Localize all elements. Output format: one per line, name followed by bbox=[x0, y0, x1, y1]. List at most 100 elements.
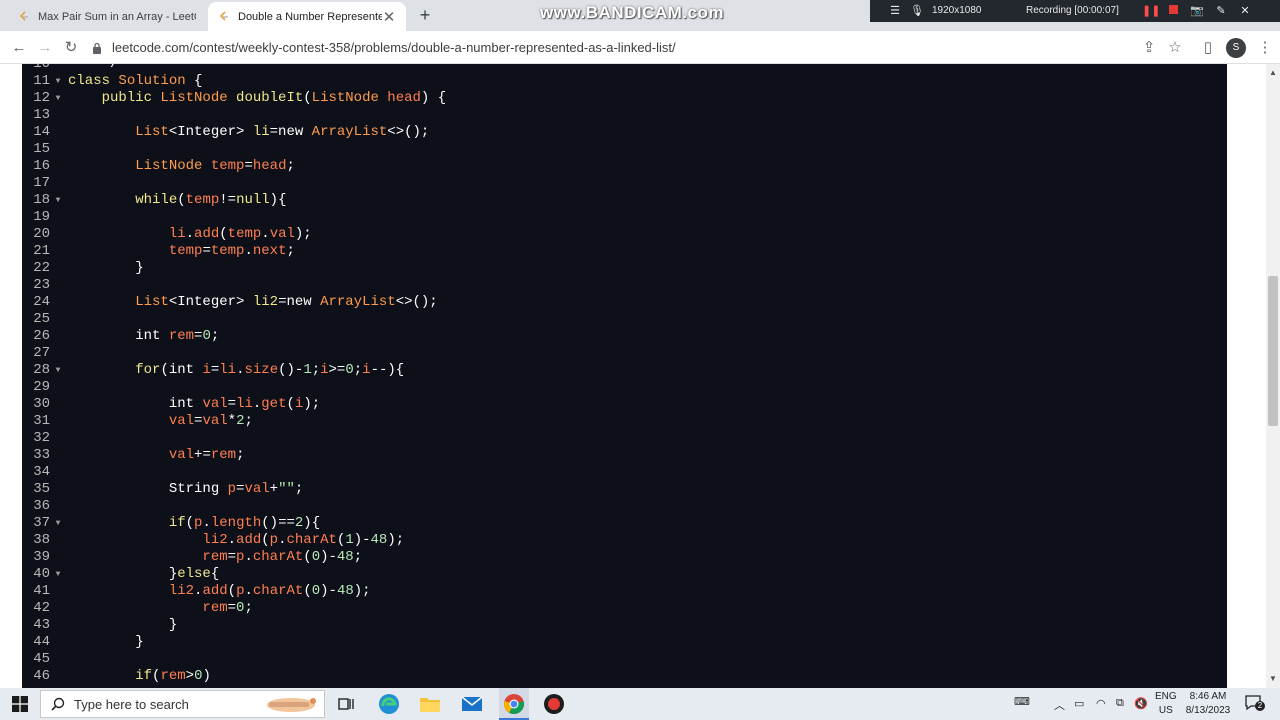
code-line[interactable]: 27 bbox=[22, 345, 1227, 362]
code-line[interactable]: 15 bbox=[22, 141, 1227, 158]
code-token: { bbox=[185, 73, 203, 89]
fold-chevron-icon[interactable]: ▼ bbox=[53, 90, 63, 107]
code-token: ; bbox=[244, 600, 253, 616]
taskbar-clock[interactable]: 8:46 AM 8/13/2023 bbox=[1183, 690, 1233, 718]
code-line[interactable]: 42 rem=0; bbox=[22, 600, 1227, 617]
page-scrollbar[interactable]: ▲ ▼ bbox=[1266, 64, 1280, 688]
new-tab-plus-icon[interactable]: + bbox=[414, 4, 436, 26]
code-line[interactable]: 14 List<Integer> li=new ArrayList<>(); bbox=[22, 124, 1227, 141]
pencil-icon[interactable]: ✎ bbox=[1214, 4, 1228, 18]
line-number: 46 bbox=[33, 668, 50, 684]
network-icon[interactable]: ⧉ bbox=[1116, 697, 1124, 710]
code-line[interactable]: 35 String p=val+""; bbox=[22, 481, 1227, 498]
back-arrow-icon[interactable]: ← bbox=[8, 37, 30, 59]
code-line[interactable]: 39 rem=p.charAt(0)-48; bbox=[22, 549, 1227, 566]
code-line[interactable]: 43 } bbox=[22, 617, 1227, 634]
tab-double-a-number[interactable]: Double a Number Represented a ✕ bbox=[208, 2, 406, 31]
speaker-muted-icon[interactable]: 🔇 bbox=[1134, 697, 1148, 710]
fold-chevron-icon[interactable]: ▼ bbox=[53, 515, 63, 532]
reload-icon[interactable]: ↻ bbox=[60, 37, 82, 59]
menu-icon[interactable]: ☰ bbox=[888, 4, 902, 18]
code-line[interactable]: 38 li2.add(p.charAt(1)-48); bbox=[22, 532, 1227, 549]
code-line[interactable]: 12 ▼ public ListNode doubleIt(ListNode he… bbox=[22, 90, 1227, 107]
code-line[interactable]: 33 val+=rem; bbox=[22, 447, 1227, 464]
code-text: int rem=0; bbox=[68, 328, 219, 345]
code-line[interactable]: 25 bbox=[22, 311, 1227, 328]
close-icon[interactable]: ✕ bbox=[1238, 4, 1252, 18]
code-line[interactable]: 17 bbox=[22, 175, 1227, 192]
tab-close-icon[interactable]: ✕ bbox=[382, 8, 396, 26]
code-line[interactable]: 20 li.add(temp.val); bbox=[22, 226, 1227, 243]
profile-avatar[interactable]: S bbox=[1226, 38, 1246, 58]
code-text: List<Integer> li2=new ArrayList<>(); bbox=[68, 294, 438, 311]
code-token: ; bbox=[210, 328, 220, 344]
code-line[interactable]: 11 ▼ class Solution { bbox=[22, 73, 1227, 90]
code-line[interactable]: 26 int rem=0; bbox=[22, 328, 1227, 345]
code-token: ) { bbox=[420, 90, 447, 106]
code-token: <Integer> bbox=[168, 124, 253, 140]
chrome-icon[interactable] bbox=[502, 692, 526, 716]
line-number: 37 bbox=[33, 515, 50, 531]
menu-kebab-icon[interactable]: ⋮ bbox=[1254, 37, 1276, 59]
line-number: 33 bbox=[33, 447, 50, 463]
code-line[interactable]: 23 bbox=[22, 277, 1227, 294]
code-editor[interactable]: 10 */11 ▼ class Solution {12 ▼ public ListN… bbox=[22, 64, 1227, 688]
mail-icon[interactable] bbox=[460, 692, 484, 716]
code-line[interactable]: 29 bbox=[22, 379, 1227, 396]
code-token: class bbox=[68, 73, 119, 89]
code-line[interactable]: 36 bbox=[22, 498, 1227, 515]
star-icon[interactable]: ☆ bbox=[1164, 37, 1186, 59]
scrollbar-thumb[interactable] bbox=[1268, 276, 1278, 426]
code-line[interactable]: 31 val=val*2; bbox=[22, 413, 1227, 430]
fold-chevron-icon[interactable]: ▼ bbox=[53, 566, 63, 583]
keyboard-icon[interactable]: ⌨ bbox=[1014, 695, 1030, 708]
code-line[interactable]: 46 if(rem>0) bbox=[22, 668, 1227, 685]
scroll-down-arrow-icon[interactable]: ▼ bbox=[1269, 674, 1277, 683]
code-line[interactable]: 44 } bbox=[22, 634, 1227, 651]
taskbar-search-box[interactable]: Type here to search bbox=[40, 690, 325, 718]
file-explorer-icon[interactable] bbox=[418, 692, 442, 716]
code-line[interactable]: 19 bbox=[22, 209, 1227, 226]
scroll-up-arrow-icon[interactable]: ▲ bbox=[1269, 68, 1277, 77]
camera-icon[interactable]: 📷 bbox=[1190, 4, 1204, 18]
bandicam-record-icon[interactable] bbox=[542, 692, 566, 716]
stop-icon[interactable] bbox=[1166, 4, 1180, 18]
code-line[interactable]: 18 ▼ while(temp!=null){ bbox=[22, 192, 1227, 209]
language-indicator[interactable]: ENG US bbox=[1155, 690, 1177, 718]
code-line[interactable]: 13 bbox=[22, 107, 1227, 124]
code-line[interactable]: 45 bbox=[22, 651, 1227, 668]
code-token: . bbox=[227, 532, 237, 548]
code-token: val bbox=[168, 447, 195, 463]
edge-browser-icon[interactable] bbox=[377, 692, 401, 716]
forward-arrow-icon[interactable]: → bbox=[34, 37, 56, 59]
code-line[interactable]: 10 */ bbox=[22, 64, 1227, 73]
code-line[interactable]: 30 int val=li.get(i); bbox=[22, 396, 1227, 413]
code-line[interactable]: 40 ▼ }else{ bbox=[22, 566, 1227, 583]
fold-chevron-icon[interactable]: ▼ bbox=[53, 362, 63, 379]
code-line[interactable]: 41 li2.add(p.charAt(0)-48); bbox=[22, 583, 1227, 600]
wifi-icon[interactable]: ◠ bbox=[1096, 697, 1106, 710]
code-line[interactable]: 21 temp=temp.next; bbox=[22, 243, 1227, 260]
show-hidden-icons-chevron-up-icon[interactable]: ︿ bbox=[1054, 697, 1065, 713]
windows-start-icon[interactable] bbox=[12, 696, 28, 712]
code-line[interactable]: 37 ▼ if(p.length()==2){ bbox=[22, 515, 1227, 532]
code-line[interactable]: 16 ListNode temp=head; bbox=[22, 158, 1227, 175]
fold-chevron-icon[interactable]: ▼ bbox=[53, 192, 63, 209]
microphone-icon[interactable]: 🎙 bbox=[910, 4, 924, 18]
code-line[interactable]: 32 bbox=[22, 430, 1227, 447]
address-bar[interactable]: leetcode.com/contest/weekly-contest-358/… bbox=[92, 35, 1192, 60]
code-line[interactable]: 28 ▼ for(int i=li.size()-1;i>=0;i--){ bbox=[22, 362, 1227, 379]
tab-max-pair-sum[interactable]: Max Pair Sum in an Array - LeetC bbox=[8, 2, 206, 31]
fold-chevron-icon[interactable]: ▼ bbox=[53, 73, 63, 90]
code-line[interactable]: 34 bbox=[22, 464, 1227, 481]
code-line[interactable]: 24 List<Integer> li2=new ArrayList<>(); bbox=[22, 294, 1227, 311]
share-icon[interactable]: ⇪ bbox=[1138, 37, 1160, 59]
code-line[interactable]: 22 } bbox=[22, 260, 1227, 277]
side-panel-icon[interactable]: ▯ bbox=[1197, 37, 1219, 59]
battery-icon[interactable]: ▭ bbox=[1074, 697, 1084, 710]
code-text: String p=val+""; bbox=[68, 481, 303, 498]
pause-icon[interactable]: ❚❚ bbox=[1142, 4, 1160, 18]
task-view-icon[interactable] bbox=[334, 692, 358, 716]
notification-center-icon[interactable]: 2 bbox=[1245, 695, 1265, 711]
